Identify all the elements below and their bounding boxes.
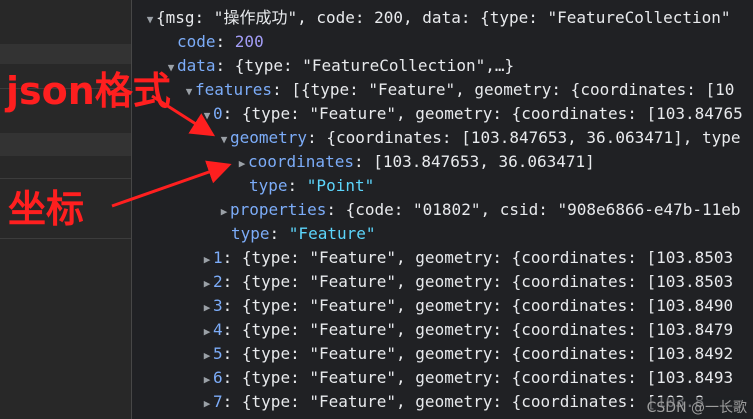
expanded-triangle-icon[interactable]: ▼ [183, 80, 195, 104]
features-row[interactable]: ▼ features: [{type: "Feature", geometry: … [183, 78, 735, 104]
feature-0-row[interactable]: ▼ 0: {type: "Feature", geometry: {coordin… [201, 102, 743, 126]
collapsed-triangle-icon[interactable]: ▶ [201, 344, 213, 368]
properties-row[interactable]: ▶ properties: {code: "01802", csid: "908e… [218, 198, 741, 222]
panel-separator [0, 178, 131, 179]
coordinates-row[interactable]: ▶ coordinates: [103.847653, 36.063471] [236, 150, 595, 174]
feature-row[interactable]: ▶ 4: {type: "Feature", geometry: {coordin… [201, 318, 734, 344]
feature-row[interactable]: ▶ 5: {type: "Feature", geometry: {coordin… [201, 342, 734, 368]
geometry-type-row[interactable]: type: "Point" [249, 174, 374, 198]
panel-row [0, 44, 131, 64]
code-row[interactable]: code: 200 [177, 30, 264, 54]
feature-row[interactable]: ▶ 1: {type: "Feature", geometry: {coordin… [201, 246, 734, 272]
feature-row[interactable]: ▶ 7: {type: "Feature", geometry: {coordin… [201, 390, 705, 416]
annotation-coord-label: 坐标 [8, 187, 85, 231]
collapsed-triangle-icon[interactable]: ▶ [236, 152, 248, 176]
panel-row [0, 133, 131, 156]
collapsed-triangle-icon[interactable]: ▶ [201, 320, 213, 344]
feature-row[interactable]: ▶ 6: {type: "Feature", geometry: {coordin… [201, 366, 734, 392]
collapsed-triangle-icon[interactable]: ▶ [201, 296, 213, 320]
feature-row[interactable]: ▶ 2: {type: "Feature", geometry: {coordin… [201, 270, 734, 296]
panel-separator [0, 238, 131, 239]
watermark: CSDN @一长歌 [646, 397, 747, 417]
collapsed-triangle-icon[interactable]: ▶ [201, 248, 213, 272]
feature-type-row[interactable]: type: "Feature" [231, 222, 376, 246]
expanded-triangle-icon[interactable]: ▼ [144, 8, 156, 32]
data-row[interactable]: ▼ data: {type: "FeatureCollection",…} [165, 54, 514, 78]
feature-row[interactable]: ▶ 3: {type: "Feature", geometry: {coordin… [201, 294, 734, 320]
collapsed-triangle-icon[interactable]: ▶ [201, 272, 213, 296]
collapsed-triangle-icon[interactable]: ▶ [218, 200, 230, 224]
json-tree: ▼ {msg: "操作成功", code: 200, data: {type: "… [132, 0, 753, 419]
annotation-json-label: json格式 [6, 69, 171, 113]
expanded-triangle-icon[interactable]: ▼ [201, 104, 213, 128]
expanded-triangle-icon[interactable]: ▼ [218, 128, 230, 152]
root-row[interactable]: ▼ {msg: "操作成功", code: 200, data: {type: "… [144, 6, 731, 30]
geometry-row[interactable]: ▼ geometry: {coordinates: [103.847653, 36… [218, 126, 741, 150]
collapsed-triangle-icon[interactable]: ▶ [201, 392, 213, 416]
collapsed-triangle-icon[interactable]: ▶ [201, 368, 213, 392]
